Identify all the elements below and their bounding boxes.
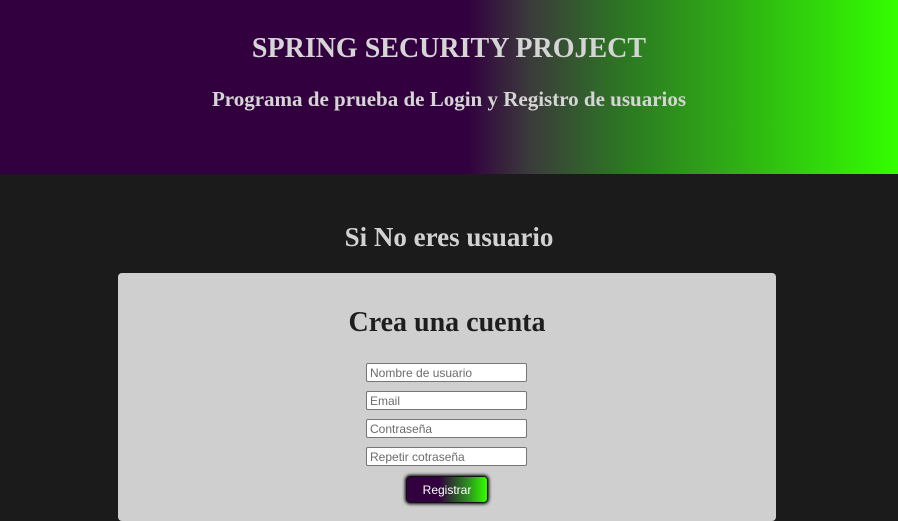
page: SPRING SECURITY PROJECT Programa de prue…	[0, 0, 898, 521]
section-heading: Si No eres usuario	[344, 222, 554, 252]
register-button[interactable]: Registrar	[406, 476, 488, 503]
password-input[interactable]	[366, 419, 527, 438]
header-subtitle: Programa de prueba de Login y Registro d…	[211, 87, 687, 111]
username-input[interactable]	[366, 363, 527, 382]
register-form-card: Crea una cuenta Registrar	[118, 273, 776, 521]
page-header: SPRING SECURITY PROJECT Programa de prue…	[0, 0, 898, 174]
register-form-title: Crea una cuenta	[348, 307, 546, 338]
repeat-password-input[interactable]	[366, 447, 527, 466]
header-title: SPRING SECURITY PROJECT	[251, 33, 647, 64]
email-input[interactable]	[366, 391, 527, 410]
